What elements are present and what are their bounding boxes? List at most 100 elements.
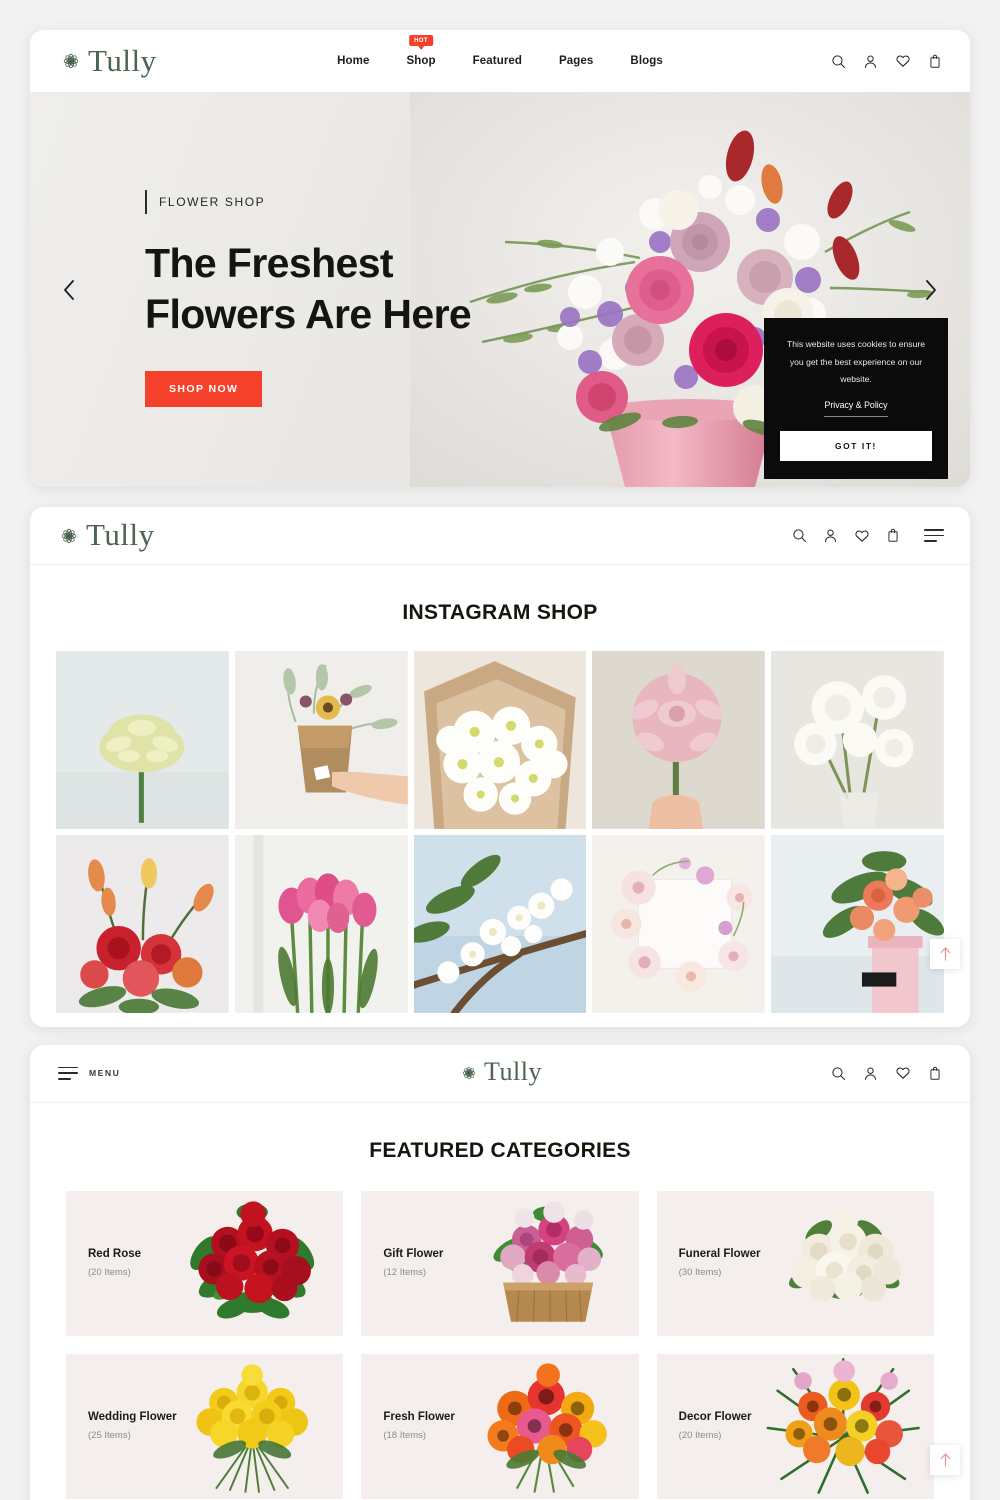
brand-logo-secondary[interactable]: Tully xyxy=(56,517,155,552)
categories-section-title: FEATURED CATEGORIES xyxy=(369,1138,631,1162)
main-navigation: Home HOT Shop Featured Pages Blogs xyxy=(337,35,663,67)
category-item-count: (20 Items) xyxy=(678,1430,722,1442)
instagram-item[interactable] xyxy=(56,834,229,1013)
primary-header: Tully Home HOT Shop Featured Pages Blogs xyxy=(30,30,970,92)
brand-logo-tertiary[interactable]: Tully xyxy=(458,1057,542,1087)
hamburger-menu-icon[interactable] xyxy=(924,529,944,542)
flower-mandala-icon xyxy=(58,48,84,74)
category-item-count: (20 Items) xyxy=(88,1267,131,1279)
instagram-panel: Tully INSTAGRAM SHOP xyxy=(30,507,970,1027)
category-info: Fresh Flower (18 Items) xyxy=(383,1411,455,1441)
brand-name: Tully xyxy=(484,1057,542,1087)
user-icon[interactable] xyxy=(863,1066,878,1081)
instagram-item[interactable] xyxy=(413,834,587,1013)
category-info: Wedding Flower (25 Items) xyxy=(88,1411,177,1441)
category-card[interactable]: Gift Flower (12 Items) xyxy=(361,1190,639,1336)
brand-logo[interactable]: Tully xyxy=(58,42,157,78)
instagram-item[interactable] xyxy=(234,651,408,829)
cookie-message: This website uses cookies to ensure you … xyxy=(786,339,926,385)
category-name: Gift Flower xyxy=(383,1248,444,1261)
panel-gap-2 xyxy=(30,1027,970,1045)
category-item-count: (25 Items) xyxy=(88,1430,131,1442)
hero-title-line-1: The Freshest xyxy=(145,240,394,286)
hero-panel: Tully Home HOT Shop Featured Pages Blogs xyxy=(30,30,970,487)
category-image xyxy=(760,1191,926,1336)
brand-name: Tully xyxy=(88,42,157,78)
user-icon[interactable] xyxy=(863,54,878,69)
category-info: Gift Flower (12 Items) xyxy=(383,1248,443,1278)
category-image xyxy=(464,1354,630,1499)
flower-mandala-icon xyxy=(458,1062,480,1084)
category-name: Decor Flower xyxy=(678,1411,752,1424)
shop-now-button[interactable]: SHOP NOW xyxy=(145,370,263,407)
category-card[interactable]: Wedding Flower (25 Items) xyxy=(66,1353,344,1499)
hero-eyebrow: FLOWER SHOP xyxy=(159,195,266,209)
category-card[interactable]: Decor Flower (20 Items) xyxy=(656,1353,934,1499)
category-image xyxy=(760,1354,926,1499)
secondary-header: Tully xyxy=(30,507,970,565)
nav-item-blogs[interactable]: Blogs xyxy=(630,55,662,67)
bag-icon[interactable] xyxy=(928,1066,942,1081)
category-info: Funeral Flower (30 Items) xyxy=(679,1248,761,1278)
instagram-item[interactable] xyxy=(771,834,944,1013)
page-root: Tully Home HOT Shop Featured Pages Blogs xyxy=(0,0,1000,1500)
search-icon[interactable] xyxy=(792,528,807,543)
instagram-item[interactable] xyxy=(592,834,766,1013)
hero-eyebrow-wrap: FLOWER SHOP xyxy=(145,190,545,214)
tertiary-header-icons xyxy=(831,1065,942,1081)
nav-item-pages[interactable]: Pages xyxy=(559,55,593,67)
nav-item-featured[interactable]: Featured xyxy=(473,55,522,67)
panel-gap-1 xyxy=(30,487,970,507)
tertiary-header: MENU Tully xyxy=(30,1045,970,1103)
category-item-count: (30 Items) xyxy=(678,1267,722,1279)
category-image xyxy=(169,1354,335,1499)
heart-icon[interactable] xyxy=(895,1065,911,1081)
instagram-item[interactable] xyxy=(56,651,229,829)
hero-title: The Freshest Flowers Are Here xyxy=(145,238,545,341)
hero-title-line-2: Flowers Are Here xyxy=(145,291,472,338)
user-icon[interactable] xyxy=(823,528,838,543)
instagram-section-title: INSTAGRAM SHOP xyxy=(402,601,598,624)
category-name: Fresh Flower xyxy=(383,1411,455,1424)
category-card[interactable]: Funeral Flower (30 Items) xyxy=(656,1190,934,1336)
hero-prev-button[interactable] xyxy=(52,273,86,307)
secondary-header-icons xyxy=(792,528,944,544)
bag-icon[interactable] xyxy=(886,528,900,543)
instagram-item[interactable] xyxy=(771,651,944,829)
privacy-policy-link[interactable]: Privacy & Policy xyxy=(824,400,888,417)
flower-mandala-icon xyxy=(56,523,82,549)
eyebrow-accent-bar xyxy=(145,190,147,214)
heart-icon[interactable] xyxy=(895,53,911,69)
bag-icon[interactable] xyxy=(928,54,942,69)
search-icon[interactable] xyxy=(831,54,846,69)
brand-name: Tully xyxy=(86,517,155,552)
nav-item-shop[interactable]: HOT Shop xyxy=(406,35,436,67)
category-item-count: (12 Items) xyxy=(383,1267,427,1279)
category-info: Decor Flower (20 Items) xyxy=(679,1411,752,1441)
category-info: Red Rose (20 Items) xyxy=(88,1248,141,1278)
cookie-accept-button[interactable]: GOT IT! xyxy=(780,431,932,461)
category-card[interactable]: Fresh Flower (18 Items) xyxy=(361,1353,639,1499)
category-card[interactable]: Red Rose (20 Items) xyxy=(66,1190,344,1336)
hamburger-menu-icon xyxy=(58,1066,78,1080)
instagram-item[interactable] xyxy=(592,651,766,829)
hot-badge: HOT xyxy=(409,35,434,49)
cookie-consent-banner: This website uses cookies to ensure you … xyxy=(764,318,948,479)
scroll-to-top-button[interactable] xyxy=(930,1444,960,1475)
hero-next-button[interactable] xyxy=(914,273,948,307)
nav-item-home[interactable]: Home xyxy=(337,55,369,67)
categories-grid: Red Rose (20 Items) Gift Flower (12 Item… xyxy=(30,1163,970,1500)
category-image xyxy=(464,1191,630,1336)
category-name: Red Rose xyxy=(88,1248,142,1261)
menu-label: MENU xyxy=(89,1068,121,1079)
instagram-item[interactable] xyxy=(413,651,587,829)
scroll-to-top-button[interactable] xyxy=(930,938,960,969)
heart-icon[interactable] xyxy=(854,528,870,544)
instagram-item[interactable] xyxy=(234,834,408,1013)
instagram-grid xyxy=(30,625,970,1013)
category-name: Funeral Flower xyxy=(678,1248,761,1261)
menu-button[interactable]: MENU xyxy=(58,1066,121,1080)
primary-header-icons xyxy=(831,53,942,69)
category-item-count: (18 Items) xyxy=(383,1430,427,1442)
search-icon[interactable] xyxy=(831,1066,846,1081)
